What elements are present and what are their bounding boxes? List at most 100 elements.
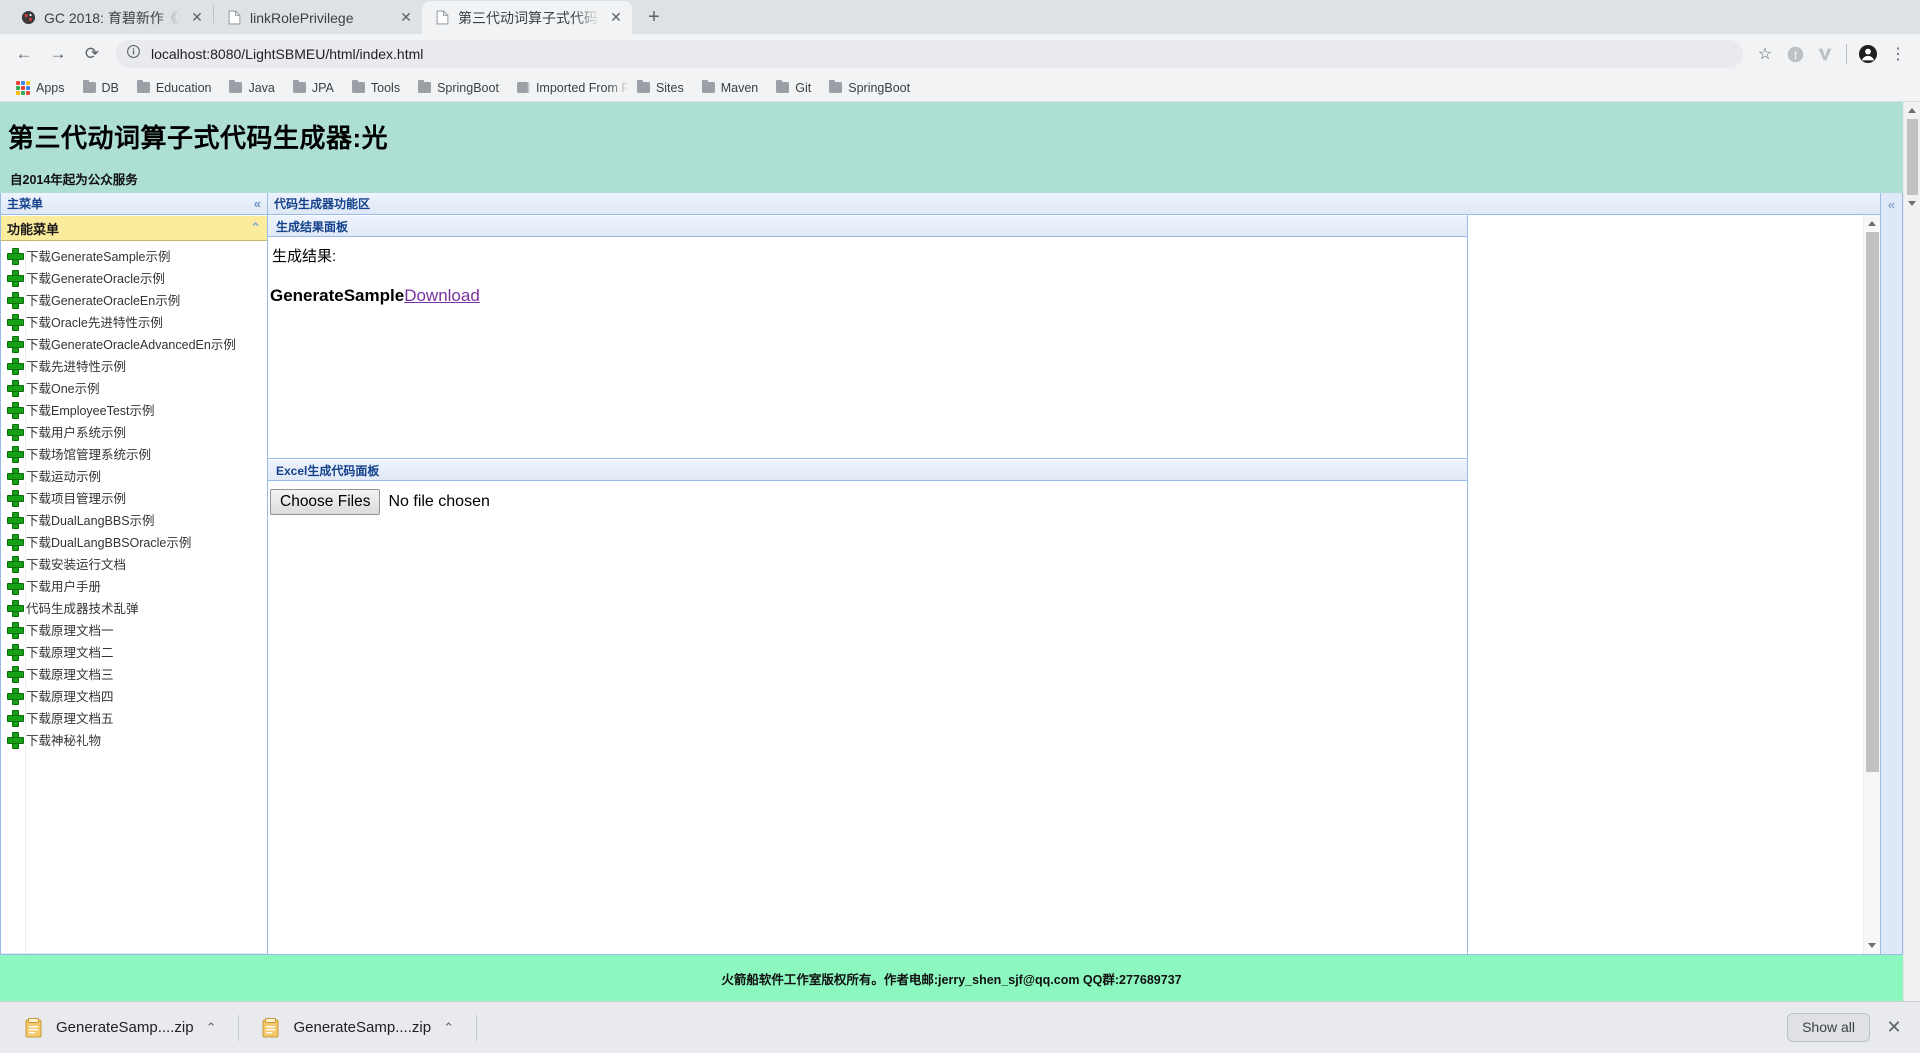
result-label: 生成结果: [272,248,337,265]
close-icon[interactable]: ✕ [398,9,414,26]
bookmark-tools[interactable]: Tools [344,78,408,98]
close-icon[interactable]: ✕ [1884,1017,1904,1038]
page-scrollbar-thumb[interactable] [1906,119,1918,195]
tab-strip: GC 2018: 育碧新作《纪元 ✕ linkRolePrivilege ✕ 第 [0,0,1920,34]
sidebar-menu-scroll[interactable]: 下载GenerateSample示例 下载GenerateOracle示例 下载… [1,241,267,954]
sidebar-item-label: 下载GenerateSample示例 [26,249,171,264]
download-link[interactable]: Download [404,286,480,305]
collapse-right-icon[interactable]: « [1888,197,1895,954]
show-all-downloads-button[interactable]: Show all [1787,1012,1870,1043]
bookmark-db[interactable]: DB [75,78,127,98]
close-icon[interactable]: ✕ [608,9,624,26]
browser-tab-2[interactable]: linkRolePrivilege ✕ [214,1,422,34]
sidebar-item-mystery-gift[interactable]: 下载神秘礼物 [2,728,267,750]
file-upload-row: Choose Files No file chosen [270,489,1467,515]
sidebar-item-advanced-features[interactable]: 下载先进特性示例 [2,354,267,376]
sidebar-item-principle-doc-3[interactable]: 下载原理文档三 [2,662,267,684]
sidebar-item-duallangbbs[interactable]: 下载DualLangBBS示例 [2,508,267,530]
page-vertical-scrollbar[interactable] [1903,102,1920,1001]
sidebar-item-tech-talk[interactable]: 代码生成器技术乱弹 [2,596,267,618]
browser-tab-3[interactable]: 第三代动词算子式代码生成 ✕ [422,1,632,34]
sidebar-item-user-system[interactable]: 下载用户系统示例 [2,420,267,442]
result-panel-header: 生成结果面板 [268,215,1467,237]
sidebar-item-generatesample[interactable]: 下载GenerateSample示例 [2,244,267,266]
bookmark-label: Imported From F [535,80,627,95]
extension-v-icon[interactable] [1811,40,1839,68]
excel-panel-title: Excel生成代码面板 [276,463,380,478]
page-scroll-down-icon[interactable] [1904,195,1920,212]
inner-vertical-scrollbar[interactable] [1863,215,1880,954]
chevron-up-icon[interactable]: ⌃ [206,1020,217,1036]
sidebar-item-label: 下载先进特性示例 [26,359,127,374]
sidebar-menu-list: 下载GenerateSample示例 下载GenerateOracle示例 下载… [6,244,267,953]
close-icon[interactable]: ✕ [189,9,205,26]
sidebar-panel: 主菜单 « 功能菜单 ⌃ 下载GenerateSample示例 下载Genera… [0,193,268,955]
browser-menu-icon[interactable]: ⋮ [1884,40,1912,68]
sidebar-item-duallangbbsoracle[interactable]: 下载DualLangBBSOracle示例 [2,530,267,552]
back-icon[interactable]: ← [8,38,40,70]
sidebar-item-venue-system[interactable]: 下载场馆管理系统示例 [2,442,267,464]
sidebar-item-principle-doc-5[interactable]: 下载原理文档五 [2,706,267,728]
new-tab-button[interactable]: + [640,3,668,31]
sidebar-item-one[interactable]: 下载One示例 [2,376,267,398]
sidebar-item-oracle-advanced[interactable]: 下载Oracle先进特性示例 [2,310,267,332]
sidebar-item-label: 下载EmployeeTest示例 [26,403,155,418]
sidebar-item-install-doc[interactable]: 下载安装运行文档 [2,552,267,574]
result-panel-title: 生成结果面板 [276,219,349,234]
sidebar-item-employeetest[interactable]: 下载EmployeeTest示例 [2,398,267,420]
plus-icon [2,709,26,727]
address-bar[interactable]: localhost:8080/LightSBMEU/html/index.htm… [116,40,1743,68]
bookmark-maven[interactable]: Maven [694,78,767,98]
bookmark-education[interactable]: Education [129,78,220,98]
extension-f-icon[interactable]: f [1781,40,1809,68]
choose-files-button[interactable]: Choose Files [270,489,381,515]
svg-text:f: f [1793,49,1797,61]
bookmark-imported-from-firefox[interactable]: Imported From F [509,78,627,98]
sidebar-item-principle-doc-1[interactable]: 下载原理文档一 [2,618,267,640]
sidebar-item-label: 下载GenerateOracle示例 [26,271,165,286]
scroll-up-icon[interactable] [1864,215,1881,232]
plus-icon [2,357,26,375]
bookmark-springboot[interactable]: SpringBoot [410,78,507,98]
bookmarks-bar: Apps DB Education Java JPA Tools SpringB… [0,74,1920,102]
bookmark-git[interactable]: Git [768,78,819,98]
bookmark-sites[interactable]: Sites [629,78,692,98]
scrollbar-thumb[interactable] [1865,232,1879,772]
folder-icon [701,79,715,93]
collapse-left-icon[interactable]: « [254,197,261,210]
sidebar-item-principle-doc-2[interactable]: 下载原理文档二 [2,640,267,662]
chevron-up-icon[interactable]: ⌃ [443,1020,454,1036]
folder-icon [418,79,432,93]
result-artifact-row: GenerateSampleDownload [270,266,1467,306]
page-scroll-up-icon[interactable] [1904,102,1920,119]
bookmark-springboot-2[interactable]: SpringBoot [821,78,918,98]
forward-icon[interactable]: → [42,38,74,70]
sidebar-item-label: 下载运动示例 [26,469,102,484]
plus-icon [2,313,26,331]
sidebar-item-generateoracleen[interactable]: 下载GenerateOracleEn示例 [2,288,267,310]
download-item-2[interactable]: GenerateSamp....zip ⌃ [247,1008,467,1048]
sidebar-item-user-manual[interactable]: 下载用户手册 [2,574,267,596]
bookmark-java[interactable]: Java [221,78,282,98]
chevron-up-icon[interactable]: ⌃ [250,220,261,236]
toolbar-divider [1846,44,1847,64]
sidebar-item-generateoracleadvanceden[interactable]: 下载GenerateOracleAdvancedEn示例 [2,332,267,354]
bookmark-star-icon[interactable]: ☆ [1751,40,1779,68]
browser-tab-1[interactable]: GC 2018: 育碧新作《纪元 ✕ [8,1,213,34]
sidebar-item-generateoracle[interactable]: 下载GenerateOracle示例 [2,266,267,288]
sidebar-item-label: 下载GenerateOracleAdvancedEn示例 [26,337,236,352]
bookmark-label: Git [795,80,812,95]
site-info-icon[interactable] [126,44,141,64]
bookmark-jpa[interactable]: JPA [285,78,342,98]
sidebar-item-principle-doc-4[interactable]: 下载原理文档四 [2,684,267,706]
bookmark-apps[interactable]: Apps [8,78,73,98]
bookmark-label: Java [248,80,275,95]
profile-avatar[interactable] [1854,40,1882,68]
accordion-header-functions[interactable]: 功能菜单 ⌃ [1,215,267,241]
right-rail-collapse[interactable]: « [1881,193,1903,955]
sidebar-item-project-management[interactable]: 下载项目管理示例 [2,486,267,508]
reload-icon[interactable]: ⟳ [76,38,108,70]
sidebar-item-sports[interactable]: 下载运动示例 [2,464,267,486]
download-item-1[interactable]: GenerateSamp....zip ⌃ [10,1008,230,1048]
scroll-down-icon[interactable] [1864,937,1881,954]
